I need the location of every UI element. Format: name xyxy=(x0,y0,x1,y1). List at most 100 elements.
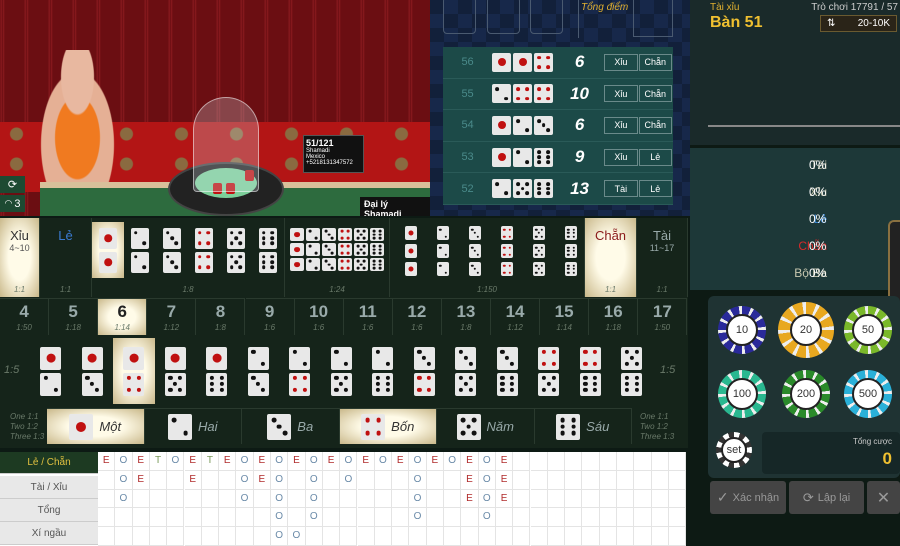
roadmap-tab[interactable]: Tài / Xỉu xyxy=(0,476,98,499)
bet-any-triple[interactable]: 1:24 xyxy=(285,218,390,297)
bet-single-4[interactable]: Bốn xyxy=(339,408,437,444)
bet-single-2[interactable]: Hai xyxy=(144,408,242,444)
bet-double-6[interactable] xyxy=(252,222,284,278)
die-4 xyxy=(579,346,601,370)
bet-triple-6[interactable] xyxy=(555,226,587,282)
bet-total-6[interactable]: 6 1:14 xyxy=(98,298,148,335)
set-chip-button[interactable]: set xyxy=(716,432,752,468)
history-row: 56 6 Xỉu Chẵn xyxy=(443,47,673,79)
roadmap-cell xyxy=(98,489,116,509)
roadmap-tab[interactable]: Lẻ / Chẵn xyxy=(0,452,98,474)
die-4 xyxy=(534,52,554,72)
bet-total-4[interactable]: 4 1:50 xyxy=(0,298,50,335)
bet-single-1[interactable]: Một xyxy=(47,408,145,444)
bet-double-3[interactable] xyxy=(156,222,188,278)
bet-total-5[interactable]: 5 1:18 xyxy=(49,298,99,335)
bet-combo-2-5[interactable] xyxy=(321,338,363,404)
bet-combo-5-6[interactable] xyxy=(611,338,653,404)
roadmap-cell xyxy=(513,527,531,546)
pip xyxy=(53,387,58,392)
total-number: 17 xyxy=(652,302,672,321)
bet-combo-3-5[interactable] xyxy=(445,338,487,404)
bet-triple-5[interactable] xyxy=(523,226,555,282)
pip xyxy=(541,123,546,128)
bet-combo-1-2[interactable] xyxy=(30,338,72,404)
pip xyxy=(343,361,349,366)
bet-total-10[interactable]: 10 1:6 xyxy=(294,298,344,335)
pip xyxy=(378,266,382,270)
bet-combo-1-4[interactable] xyxy=(113,338,155,404)
bet-total-16[interactable]: 16 1:18 xyxy=(589,298,639,335)
chip-200[interactable]: 200 xyxy=(782,370,830,418)
pip xyxy=(378,251,382,255)
pip xyxy=(327,263,331,266)
roadmap-cell: O xyxy=(271,470,289,490)
bet-total-17[interactable]: 17 1:50 xyxy=(638,298,688,335)
pip xyxy=(238,265,242,270)
bet-small[interactable]: Xỉu 4~10 1:1 xyxy=(0,218,40,297)
chip-20[interactable]: 20 xyxy=(778,302,834,358)
bet-single-5[interactable]: Năm xyxy=(437,408,535,444)
bet-triple-4[interactable] xyxy=(491,226,523,282)
bet-total-14[interactable]: 14 1:12 xyxy=(491,298,541,335)
bet-single-6[interactable]: Sáu xyxy=(534,408,632,444)
bet-triple-3[interactable] xyxy=(459,226,491,282)
chip-50[interactable]: 50 xyxy=(844,306,892,354)
bet-combo-2-3[interactable] xyxy=(238,338,280,404)
roadmap-cell xyxy=(253,489,271,509)
bet-combo-3-4[interactable] xyxy=(404,338,446,404)
bet-single-3[interactable]: Ba xyxy=(242,408,340,444)
refresh-button[interactable]: ⟳ xyxy=(0,176,25,193)
bet-total-12[interactable]: 12 1:6 xyxy=(392,298,442,335)
single-label: Năm xyxy=(486,419,514,434)
pip xyxy=(508,271,511,274)
roadmap-cell xyxy=(547,508,566,528)
bet-even[interactable]: Chẵn 1:1 xyxy=(585,218,637,297)
bet-triple-2[interactable] xyxy=(427,226,459,282)
bet-combo-1-5[interactable] xyxy=(155,338,197,404)
bet-limit-selector[interactable]: ⇅ 20-10K xyxy=(820,15,897,32)
chip-10[interactable]: 10 xyxy=(718,306,766,354)
bet-combo-1-3[interactable] xyxy=(72,338,114,404)
chip-100[interactable]: 100 xyxy=(718,370,766,418)
bet-combo-2-4[interactable] xyxy=(279,338,321,404)
bet-total-7[interactable]: 7 1:12 xyxy=(147,298,197,335)
bet-combo-4-6[interactable] xyxy=(570,338,612,404)
repeat-button[interactable]: ⟳ Lập lại xyxy=(789,481,864,514)
bet-combo-2-6[interactable] xyxy=(362,338,404,404)
bet-total-15[interactable]: 15 1:14 xyxy=(540,298,590,335)
roadmap-cell xyxy=(132,489,150,509)
chip-500[interactable]: 500 xyxy=(844,370,892,418)
roadmap-cell: E xyxy=(461,470,479,490)
bet-odd[interactable]: Lẻ 1:1 xyxy=(40,218,92,297)
confirm-label: Xác nhận xyxy=(732,491,780,504)
cancel-button[interactable]: ✕ xyxy=(867,481,900,514)
bet-double-5[interactable] xyxy=(220,222,252,278)
side-tab[interactable] xyxy=(888,220,900,308)
glass-dome xyxy=(193,97,259,192)
bet-big[interactable]: Tài 11~17 1:1 xyxy=(637,218,688,297)
pip xyxy=(170,353,180,363)
close-icon: ✕ xyxy=(876,489,891,507)
confirm-button[interactable]: ✓ Xác nhận xyxy=(710,481,786,514)
bet-double-4[interactable] xyxy=(188,222,220,278)
roadmap-tab[interactable]: Tổng xyxy=(0,499,98,522)
bet-double-2[interactable] xyxy=(124,222,156,278)
bet-triple-1[interactable] xyxy=(395,226,427,282)
roadmap-tab[interactable]: Xí ngầu xyxy=(0,522,98,545)
bet-total-11[interactable]: 11 1:6 xyxy=(343,298,393,335)
progress-line xyxy=(708,125,900,127)
bet-double-1[interactable] xyxy=(92,222,124,278)
bet-total-9[interactable]: 9 1:6 xyxy=(245,298,295,335)
bet-total-8[interactable]: 8 1:8 xyxy=(196,298,246,335)
bet-combo-3-6[interactable] xyxy=(487,338,529,404)
bet-combo-4-5[interactable] xyxy=(528,338,570,404)
bet-total-13[interactable]: 13 1:8 xyxy=(441,298,491,335)
roadmap-cell xyxy=(184,489,202,509)
pip xyxy=(308,259,312,263)
bet-combo-1-6[interactable] xyxy=(196,338,238,404)
roadmap-cell: O xyxy=(409,489,427,509)
pip xyxy=(508,235,511,238)
bet-stats: Tài 0% Xỉu 0% Lẻ 0% Chẵn 0% Bộ Ba 0% xyxy=(690,148,900,290)
pip xyxy=(94,387,100,392)
